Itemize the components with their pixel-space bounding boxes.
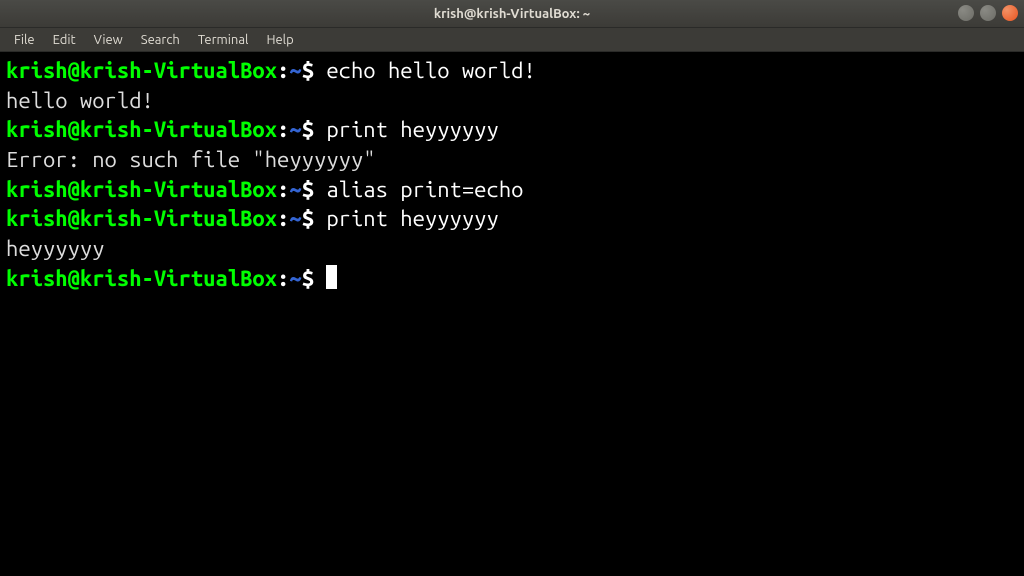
command-text: echo hello world! [326,58,535,83]
terminal-line: krish@krish-VirtualBox:~$ [6,264,1018,294]
prompt-user-host: krish@krish-VirtualBox [6,206,277,231]
menu-terminal[interactable]: Terminal [190,31,257,49]
menu-file[interactable]: File [6,31,43,49]
maximize-button[interactable] [980,5,996,21]
close-button[interactable] [1002,5,1018,21]
terminal-line: krish@krish-VirtualBox:~$ alias print=ec… [6,175,1018,205]
minimize-button[interactable] [958,5,974,21]
prompt-path: ~ [289,177,301,202]
cursor [326,265,337,289]
window-title: krish@krish-VirtualBox: ~ [434,7,590,21]
output-text: Error: no such file "heyyyyyy" [6,147,376,172]
titlebar[interactable]: krish@krish-VirtualBox: ~ [0,0,1024,28]
prompt-path: ~ [289,117,301,142]
command-text: print heyyyyyy [326,206,498,231]
terminal-line: hello world! [6,86,1018,116]
prompt-user-host: krish@krish-VirtualBox [6,58,277,83]
terminal-line: heyyyyyy [6,234,1018,264]
terminal-line: krish@krish-VirtualBox:~$ print heyyyyyy [6,204,1018,234]
prompt-path: ~ [289,58,301,83]
prompt-dollar: $ [302,177,327,202]
menu-view[interactable]: View [86,31,131,49]
prompt-user-host: krish@krish-VirtualBox [6,117,277,142]
prompt-dollar: $ [302,266,327,291]
terminal-area[interactable]: krish@krish-VirtualBox:~$ echo hello wor… [0,52,1024,576]
prompt-colon: : [277,177,289,202]
terminal-line: krish@krish-VirtualBox:~$ echo hello wor… [6,56,1018,86]
terminal-line: krish@krish-VirtualBox:~$ print heyyyyyy [6,115,1018,145]
command-text: alias print=echo [326,177,523,202]
prompt-colon: : [277,206,289,231]
prompt-path: ~ [289,266,301,291]
window-controls [958,5,1018,21]
menubar: File Edit View Search Terminal Help [0,28,1024,52]
menu-search[interactable]: Search [133,31,188,49]
prompt-user-host: krish@krish-VirtualBox [6,266,277,291]
prompt-colon: : [277,117,289,142]
prompt-colon: : [277,266,289,291]
menu-help[interactable]: Help [258,31,301,49]
prompt-dollar: $ [302,58,327,83]
prompt-dollar: $ [302,206,327,231]
prompt-path: ~ [289,206,301,231]
prompt-user-host: krish@krish-VirtualBox [6,177,277,202]
output-text: heyyyyyy [6,236,105,261]
prompt-colon: : [277,58,289,83]
output-text: hello world! [6,88,154,113]
prompt-dollar: $ [302,117,327,142]
terminal-line: Error: no such file "heyyyyyy" [6,145,1018,175]
command-text: print heyyyyyy [326,117,498,142]
terminal-window: krish@krish-VirtualBox: ~ File Edit View… [0,0,1024,576]
menu-edit[interactable]: Edit [45,31,84,49]
